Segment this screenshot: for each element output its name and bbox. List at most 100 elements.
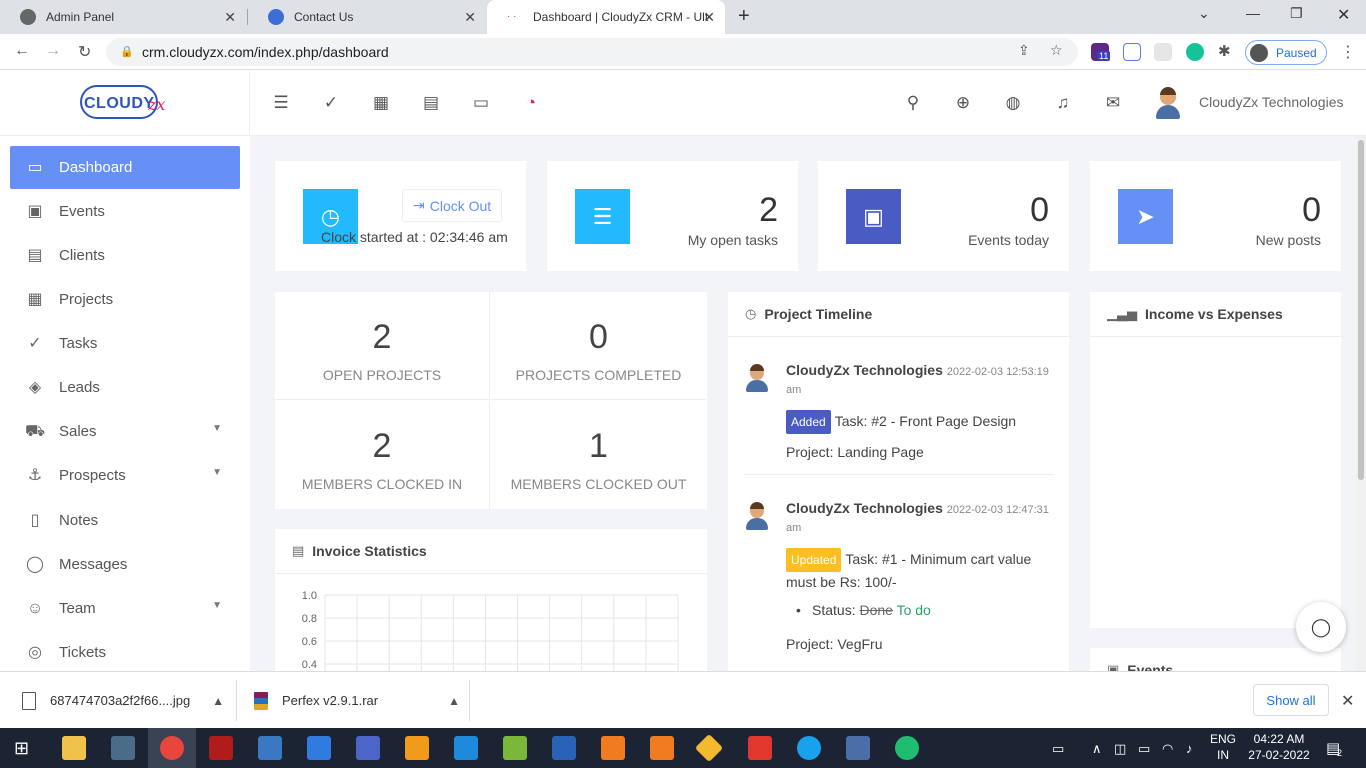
plus-circle-icon[interactable]: ⊕	[953, 93, 973, 113]
tab-search-icon[interactable]: ⌄	[1198, 5, 1210, 22]
mail-icon[interactable]: ✉	[1103, 93, 1123, 113]
sidebar-item-team[interactable]: ☺ Team ▼	[10, 587, 240, 630]
grid-icon[interactable]: ▦	[371, 93, 391, 113]
sidebar-item-leads[interactable]: ◈ Leads	[10, 366, 240, 409]
app-icon[interactable]	[895, 736, 919, 760]
user-avatar[interactable]	[1154, 87, 1182, 119]
bell-icon[interactable]: ♫	[1053, 93, 1073, 113]
search-icon[interactable]: ⚲	[903, 93, 923, 113]
app-icon[interactable]	[846, 736, 870, 760]
events-today-card[interactable]: ▣ 0 Events today	[818, 161, 1069, 271]
grammarly-icon[interactable]	[1186, 43, 1204, 61]
close-icon[interactable]: ✕	[224, 9, 236, 26]
app-icon[interactable]	[748, 736, 772, 760]
xampp-icon[interactable]	[601, 736, 625, 760]
close-icon[interactable]: ✕	[1341, 691, 1354, 711]
back-icon[interactable]: ←	[14, 42, 30, 60]
menu-icon[interactable]: ⋮	[1340, 42, 1356, 62]
chrome-icon[interactable]	[160, 736, 184, 760]
close-icon[interactable]: ✕	[703, 9, 715, 26]
sidebar-item-projects[interactable]: ▦ Projects	[10, 278, 240, 321]
battery-icon[interactable]: ▭	[1138, 741, 1150, 757]
open-projects-cell[interactable]: 2 OPEN PROJECTS	[275, 292, 490, 400]
keyboard-icon[interactable]: ▭	[1052, 741, 1064, 757]
language-indicator[interactable]: ENG IN	[1205, 732, 1241, 762]
binance-icon[interactable]	[694, 733, 724, 763]
app-icon[interactable]	[503, 736, 527, 760]
tab-contact-us[interactable]: Contact Us ✕	[248, 0, 486, 34]
timeline-text[interactable]: Task: #2 - Front Page Design	[835, 413, 1016, 429]
chevron-up-icon[interactable]: ▲	[212, 694, 224, 708]
hamburger-icon[interactable]: ☰	[271, 93, 291, 113]
chevron-up-icon[interactable]: ∧	[1092, 741, 1102, 757]
timeline-user[interactable]: CloudyZx Technologies	[786, 362, 943, 378]
sidebar-item-prospects[interactable]: ⚓ Prospects ▼	[10, 454, 240, 497]
extension-icon[interactable]	[1154, 43, 1172, 61]
sublime-icon[interactable]	[405, 736, 429, 760]
timeline-user[interactable]: CloudyZx Technologies	[786, 500, 943, 516]
app-icon[interactable]	[111, 736, 135, 760]
new-tab-button[interactable]: +	[738, 5, 750, 28]
page-scrollbar[interactable]	[1356, 136, 1366, 671]
logo[interactable]: CLOUDY zx	[80, 81, 172, 123]
sidebar-item-tasks[interactable]: ✓ Tasks	[10, 322, 240, 365]
clock-display[interactable]: 04:22 AM 27-02-2022	[1246, 732, 1312, 762]
app-icon[interactable]	[552, 736, 576, 760]
download-item[interactable]: 687474703a2f2f66....jpg ▲	[22, 672, 224, 729]
maximize-button[interactable]: ❐	[1290, 5, 1303, 22]
address-bar[interactable]: 🔒 crm.cloudyzx.com/index.php/dashboard	[106, 38, 1078, 66]
sidebar-item-notes[interactable]: ▯ Notes	[10, 499, 240, 542]
chart-y-tick-label: 1.0	[302, 590, 317, 602]
monitor-icon[interactable]: ▭	[471, 93, 491, 113]
app-icon[interactable]	[307, 736, 331, 760]
puzzle-icon[interactable]: ✱	[1218, 42, 1231, 60]
show-all-button[interactable]: Show all	[1253, 684, 1329, 716]
profile-button[interactable]: Paused	[1245, 40, 1327, 65]
timer-icon[interactable]: ◔	[521, 93, 541, 113]
open-tasks-card[interactable]: ☰ 2 My open tasks	[547, 161, 798, 271]
wifi-icon[interactable]: ◠	[1162, 741, 1173, 757]
members-clocked-in-cell[interactable]: 2 MEMBERS CLOCKED IN	[275, 401, 490, 509]
app-icon[interactable]	[258, 736, 282, 760]
timeline-project[interactable]: Project: VegFru	[786, 634, 1054, 654]
xampp-icon[interactable]	[650, 736, 674, 760]
chevron-up-icon[interactable]: ▲	[448, 694, 460, 708]
vscode-icon[interactable]	[454, 736, 478, 760]
tab-dashboard[interactable]: · · Dashboard | CloudyZx CRM - Ulti ✕	[487, 0, 725, 34]
sidebar-item-sales[interactable]: ⛟ Sales ▼	[10, 410, 240, 453]
windows-start-icon[interactable]: ⊞	[14, 738, 29, 759]
extension-icon[interactable]	[1123, 43, 1141, 61]
sidebar-item-dashboard[interactable]: ▭ Dashboard	[10, 146, 240, 189]
close-icon[interactable]: ✕	[464, 9, 476, 26]
skype-icon[interactable]	[797, 736, 821, 760]
projects-completed-cell[interactable]: 0 PROJECTS COMPLETED	[491, 292, 706, 400]
share-icon[interactable]: ⇪	[1018, 42, 1030, 59]
volume-icon[interactable]: ♪	[1186, 741, 1193, 756]
reload-icon[interactable]: ↻	[78, 42, 91, 62]
globe-icon[interactable]: ◍	[1003, 93, 1023, 113]
briefcase-icon[interactable]: ▤	[421, 93, 441, 113]
sidebar-item-messages[interactable]: ◯ Messages	[10, 543, 240, 586]
download-item[interactable]: Perfex v2.9.1.rar ▲	[254, 672, 460, 729]
bookmark-star-icon[interactable]: ☆	[1050, 42, 1063, 59]
filezilla-icon[interactable]	[209, 736, 233, 760]
window-close-button[interactable]: ✕	[1337, 5, 1350, 25]
file-explorer-icon[interactable]	[62, 736, 86, 760]
network-icon[interactable]: ◫	[1114, 741, 1126, 757]
sidebar-item-clients[interactable]: ▤ Clients	[10, 234, 240, 277]
members-clocked-out-cell[interactable]: 1 MEMBERS CLOCKED OUT	[491, 401, 706, 509]
minimize-button[interactable]: —	[1246, 5, 1260, 21]
tab-admin-panel[interactable]: Admin Panel ✕	[0, 0, 246, 34]
scrollbar-thumb[interactable]	[1358, 140, 1364, 480]
new-posts-card[interactable]: ➤ 0 New posts	[1090, 161, 1341, 271]
clock-out-button[interactable]: ⇥ Clock Out	[402, 189, 503, 222]
app-icon[interactable]	[356, 736, 380, 760]
timeline-project[interactable]: Project: Landing Page	[786, 442, 1054, 462]
user-name[interactable]: CloudyZx Technologies	[1199, 94, 1344, 110]
chat-button[interactable]: ◯	[1296, 602, 1346, 652]
extension-icon[interactable]: 11	[1091, 43, 1111, 61]
forward-icon[interactable]: →	[45, 42, 61, 60]
check-circle-icon[interactable]: ✓	[321, 93, 341, 113]
sidebar-item-events[interactable]: ▣ Events	[10, 190, 240, 233]
sidebar-item-tickets[interactable]: ◎ Tickets	[10, 631, 240, 674]
